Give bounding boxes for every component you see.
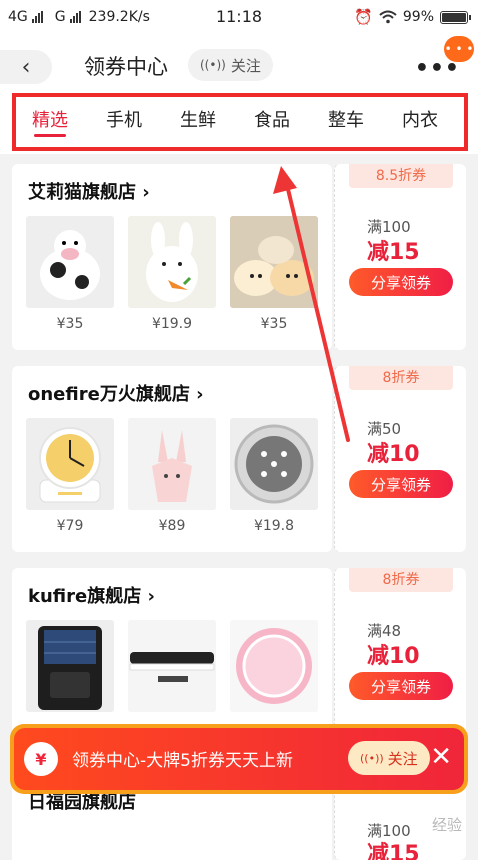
tab-label: 整车: [328, 110, 364, 131]
share-coupon-button[interactable]: 分享领券: [349, 470, 453, 498]
chat-bubble-icon[interactable]: • • •: [444, 36, 474, 62]
follow-button[interactable]: ((•)) 关注: [188, 49, 273, 81]
shop-name: onefire万火旗舰店: [28, 384, 190, 405]
tab-phones[interactable]: 手机: [106, 106, 142, 132]
coupon-reduction: 减15: [367, 842, 420, 860]
product-price: ¥35: [56, 316, 84, 332]
coupon-yen-icon: ¥: [24, 742, 58, 776]
product-item[interactable]: ¥19.8: [230, 418, 318, 534]
wifi-icon: [379, 10, 397, 24]
product-price: ¥89: [158, 518, 186, 534]
product-image-solar-light: [26, 620, 114, 712]
product-price: ¥19.8: [253, 518, 295, 534]
product-image-cow-plush: [26, 216, 114, 308]
back-button[interactable]: ‹: [0, 50, 52, 84]
discount-tag: 8折券: [349, 366, 453, 390]
battery-icon: [440, 10, 471, 24]
status-bar: 4G G 239.2K/s 11:18 ⏰ 99%: [0, 0, 478, 34]
product-image-desk-clock: [26, 418, 114, 510]
product-item[interactable]: [230, 620, 318, 712]
product-image-rabbit-plush: [128, 216, 216, 308]
category-tabs: 精选 手机 生鲜 食品 整车 内衣: [0, 94, 478, 154]
tab-active-indicator: [34, 134, 66, 137]
discount-tag: 8折券: [349, 568, 453, 592]
alarm-icon: ⏰: [354, 8, 373, 26]
tab-featured[interactable]: 精选: [32, 106, 68, 137]
coupon-reduction: 减15: [367, 240, 420, 265]
follow-label: 关注: [387, 749, 418, 768]
page-header: ‹ 领券中心 ((•)) 关注 ••• • • •: [0, 34, 478, 94]
follow-label: 关注: [230, 56, 261, 75]
product-item[interactable]: [26, 620, 114, 712]
shop-card[interactable]: onefire万火旗舰店 › ¥79 ¥89 ¥19.8: [12, 366, 332, 552]
tab-label: 生鲜: [180, 110, 216, 131]
product-image-light-bar: [128, 620, 216, 712]
tab-fresh[interactable]: 生鲜: [180, 106, 216, 132]
battery-level: [442, 12, 466, 22]
share-coupon-button[interactable]: 分享领券: [349, 268, 453, 296]
promo-banner-body: ¥ 领券中心-大牌5折券天天上新 ((•)) 关注 ✕: [14, 728, 464, 790]
shop-name-link[interactable]: 艾莉猫旗舰店 ›: [28, 178, 150, 204]
tab-label: 食品: [254, 110, 290, 131]
shop-card[interactable]: 艾莉猫旗舰店 › ¥35 ¥19.9 ¥35: [12, 164, 332, 350]
coupon-panel: 8折券 满50 减10 分享领券: [334, 366, 466, 552]
broadcast-icon: ((•)): [200, 58, 226, 72]
tab-underwear[interactable]: 内衣: [402, 106, 438, 132]
tab-food[interactable]: 食品: [254, 106, 290, 132]
tab-label: 内衣: [402, 110, 438, 131]
product-image-bunny-lamp: [128, 418, 216, 510]
shop-name-link[interactable]: onefire万火旗舰店 ›: [28, 380, 204, 406]
page-title: 领券中心: [84, 55, 168, 79]
broadcast-icon: ((•)): [360, 751, 384, 765]
product-item[interactable]: ¥79: [26, 418, 114, 534]
shop-name: 艾莉猫旗舰店: [28, 182, 136, 203]
product-item[interactable]: ¥35: [230, 216, 318, 332]
promo-text: 领券中心-大牌5折券天天上新: [72, 751, 293, 771]
product-image-animal-pillow: [230, 216, 318, 308]
product-price: ¥19.9: [151, 316, 193, 332]
shop-name-link[interactable]: kufire旗舰店 ›: [28, 582, 155, 608]
tab-label: 手机: [106, 110, 142, 131]
battery-percent: 99%: [402, 9, 434, 25]
coupon-reduction: 减10: [367, 442, 420, 467]
tab-label: 精选: [32, 110, 68, 131]
watermark-text: 经验: [431, 816, 462, 834]
product-image-ring-mirror: [230, 620, 318, 712]
share-coupon-button[interactable]: 分享领券: [349, 672, 453, 700]
product-price: ¥79: [56, 518, 84, 534]
discount-tag: 8.5折券: [349, 164, 453, 188]
coupon-reduction: 减10: [367, 644, 420, 669]
shop-name: kufire旗舰店: [28, 586, 142, 607]
status-right: ⏰ 99%: [354, 8, 471, 26]
product-item[interactable]: ¥35: [26, 216, 114, 332]
tab-vehicles[interactable]: 整车: [328, 106, 364, 132]
close-icon[interactable]: ✕: [430, 744, 452, 770]
promo-banner[interactable]: ¥ 领券中心-大牌5折券天天上新 ((•)) 关注 ✕: [10, 724, 468, 794]
coupon-panel: 8.5折券 满100 减15 分享领券: [334, 164, 466, 350]
product-item[interactable]: ¥19.9: [128, 216, 216, 332]
chevron-left-icon: ‹: [21, 54, 31, 80]
product-price: ¥35: [260, 316, 288, 332]
product-image-led-light: [230, 418, 318, 510]
product-item[interactable]: ¥89: [128, 418, 216, 534]
product-item[interactable]: [128, 620, 216, 712]
banner-follow-button[interactable]: ((•)) 关注: [348, 741, 430, 775]
